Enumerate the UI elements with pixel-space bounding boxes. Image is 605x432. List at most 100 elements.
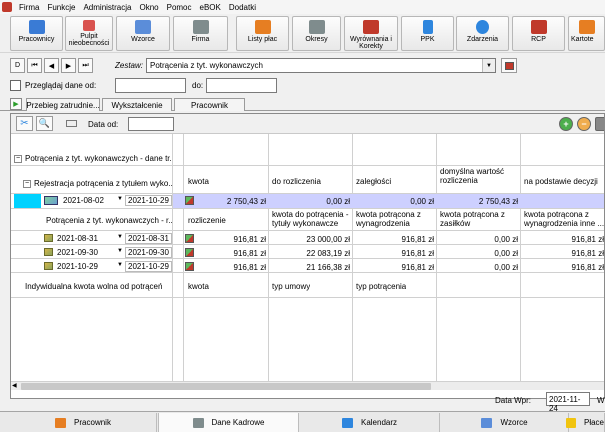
- collapse-icon[interactable]: −: [14, 154, 22, 163]
- play-icon[interactable]: ▶: [10, 98, 22, 110]
- remove-icon[interactable]: −: [577, 117, 591, 131]
- chevron-down-icon[interactable]: ▼: [117, 262, 123, 268]
- toolbar-firma-button[interactable]: Firma: [173, 16, 228, 51]
- tab-pracownik[interactable]: Pracownik: [174, 98, 245, 111]
- subgroup-potracenia[interactable]: Potrącenia z tyt. wykonawczych - r...: [46, 216, 172, 225]
- cell-zaleglosci: 0,00 zł: [410, 197, 434, 206]
- nav-d-button[interactable]: D: [10, 58, 25, 73]
- nav-next-button[interactable]: ▶: [61, 58, 76, 73]
- grid-line: [11, 244, 604, 245]
- col-header-typ-potracenia[interactable]: typ potrącenia: [356, 282, 406, 291]
- module-tab-kalendarz[interactable]: Kalendarz: [300, 413, 440, 432]
- toolbar-okresy-button[interactable]: Okresy: [292, 16, 341, 51]
- toolbar-ppk-button[interactable]: PPK: [401, 16, 454, 51]
- zestaw-label: Zestaw:: [115, 61, 144, 70]
- scrollbar-thumb[interactable]: [21, 383, 431, 390]
- group-potracenia-dane[interactable]: − Potrącenia z tyt. wykonawczych - dane t…: [14, 154, 172, 163]
- menu-funkcje[interactable]: Funkcje: [43, 3, 79, 12]
- module-tab-wzorce[interactable]: Wzorce: [441, 413, 569, 432]
- zestaw-select[interactable]: Potrącenia z tyt. wykonawczych ▼: [146, 58, 496, 73]
- grid-line: [11, 208, 604, 209]
- col-header-kwota[interactable]: kwota: [188, 177, 209, 186]
- tab-wyksztalcenie[interactable]: Wykształcenie: [102, 98, 172, 111]
- people-icon: [28, 20, 45, 34]
- chevron-down-icon[interactable]: ▼: [117, 196, 123, 202]
- chart-icon: [422, 20, 433, 34]
- date-to-input[interactable]: [206, 78, 277, 93]
- module-tab-pracownik[interactable]: Pracownik: [10, 413, 157, 432]
- settings-icon: [504, 61, 514, 70]
- collapse-icon[interactable]: −: [23, 179, 31, 188]
- col-header-kwota-potracona-inne[interactable]: kwota potrącona z wynagrodzenia inne ...: [524, 210, 604, 228]
- deduction-icon: [44, 234, 53, 242]
- toolbar-pracownicy-button[interactable]: Pracownicy: [10, 16, 63, 51]
- group-rejestracja[interactable]: − Rejestracja potrącenia z tytułem wyko..…: [23, 179, 172, 188]
- module-tab-dane-kadrowe[interactable]: Dane Kadrowe: [158, 413, 299, 432]
- chevron-down-icon[interactable]: ▼: [117, 234, 123, 240]
- grid-line: [11, 165, 604, 166]
- nav-prev-button[interactable]: ◀: [44, 58, 59, 73]
- chevron-down-icon[interactable]: ▼: [117, 248, 123, 254]
- col-header-na-podstawie[interactable]: na podstawie decyzji: [524, 177, 604, 186]
- toolbar-pulpit-button[interactable]: Pulpit nieobecności: [65, 16, 113, 51]
- more-icon[interactable]: [595, 117, 604, 131]
- globe-icon: [476, 20, 489, 34]
- date-from-combo[interactable]: 2021-08-31: [57, 233, 115, 244]
- horizontal-scrollbar[interactable]: ◀: [11, 381, 604, 390]
- date-to-field[interactable]: 2021-09-30: [125, 247, 172, 258]
- col-header-kwota-do-potracenia[interactable]: kwota do potrącenia - tytuły wykonawcze: [272, 210, 352, 228]
- data-wpr-input[interactable]: 2021-11-24: [546, 392, 590, 413]
- menu-okno[interactable]: Okno: [135, 3, 162, 12]
- date-from-combo[interactable]: 2021-08-02: [63, 195, 117, 206]
- menu-firma[interactable]: Firma: [15, 3, 43, 12]
- cell-value: 0,00 zł: [494, 235, 518, 244]
- toolbar-wyrownania-button[interactable]: Wyrównania i Korekty: [344, 16, 398, 51]
- toolbar-listy-plac-button[interactable]: Listy płac: [236, 16, 289, 51]
- nav-first-button[interactable]: ⏮: [27, 58, 42, 73]
- toolbar-kartoteki-button[interactable]: Kartote: [568, 16, 605, 51]
- cell-value: 916,81 zł: [401, 249, 434, 258]
- zestaw-config-button[interactable]: [501, 58, 517, 73]
- col-header-typ-umowy[interactable]: typ umowy: [272, 282, 310, 291]
- add-icon[interactable]: +: [559, 117, 573, 131]
- search-button[interactable]: 🔍: [36, 116, 53, 131]
- date-filter-checkbox[interactable]: [10, 80, 21, 91]
- date-to-field[interactable]: 2021-10-29: [125, 195, 172, 206]
- menu-bar: Firma Funkcje Administracja Okno Pomoc e…: [0, 0, 605, 14]
- cell-value: 916,81 zł: [401, 235, 434, 244]
- toolbar-wzorce-button[interactable]: Wzorce: [116, 16, 170, 51]
- toolbar-rcp-button[interactable]: RCP: [512, 16, 565, 51]
- col-header-kwota-potracona-wyn[interactable]: kwota potrącona z wynagrodzenia: [356, 210, 436, 228]
- col-header-domyslna[interactable]: domyślna wartość rozliczenia: [440, 167, 518, 185]
- cell-value: 21 166,38 zł: [306, 263, 350, 272]
- scroll-left-icon[interactable]: ◀: [12, 382, 17, 389]
- nav-last-button[interactable]: ⏭: [78, 58, 93, 73]
- menu-pomoc[interactable]: Pomoc: [163, 3, 196, 12]
- data-od-input[interactable]: [128, 117, 174, 131]
- module-tab-place[interactable]: Płace: [566, 413, 605, 432]
- app-logo-icon: [2, 2, 12, 12]
- col-header-rozliczenie[interactable]: rozliczenie: [188, 216, 226, 225]
- date-from-combo[interactable]: 2021-09-30: [57, 247, 115, 258]
- selected-row-marker: [14, 194, 41, 208]
- date-from-input[interactable]: [115, 78, 186, 93]
- building-icon: [192, 20, 209, 34]
- menu-ebok[interactable]: eBOK: [196, 3, 225, 12]
- group-kwota-wolna[interactable]: Indywidualna kwota wolna od potrąceń: [25, 282, 172, 291]
- col-header-zaleglosci[interactable]: zaległości: [356, 177, 391, 186]
- chevron-down-icon[interactable]: ▼: [482, 59, 495, 72]
- cell-value: 916,81 zł: [571, 263, 604, 272]
- col-header-kwota-potracona-zas[interactable]: kwota potrącona z zasiłków: [440, 210, 520, 228]
- menu-dodatki[interactable]: Dodatki: [225, 3, 260, 12]
- keyboard-button[interactable]: [63, 116, 80, 131]
- tab-przebieg[interactable]: Przebieg zatrudnie...: [26, 98, 100, 111]
- deduction-icon: [44, 262, 53, 270]
- date-to-field[interactable]: 2021-08-31: [125, 233, 172, 244]
- date-from-combo[interactable]: 2021-10-29: [57, 261, 115, 272]
- tools-button[interactable]: ✂: [16, 116, 33, 131]
- date-to-field[interactable]: 2021-10-29: [125, 261, 172, 272]
- col-header-kwota-wolna[interactable]: kwota: [188, 282, 209, 291]
- col-header-do-rozliczenia[interactable]: do rozliczenia: [272, 177, 321, 186]
- menu-administracja[interactable]: Administracja: [79, 3, 135, 12]
- toolbar-zdarzenia-button[interactable]: Zdarzenia: [456, 16, 509, 51]
